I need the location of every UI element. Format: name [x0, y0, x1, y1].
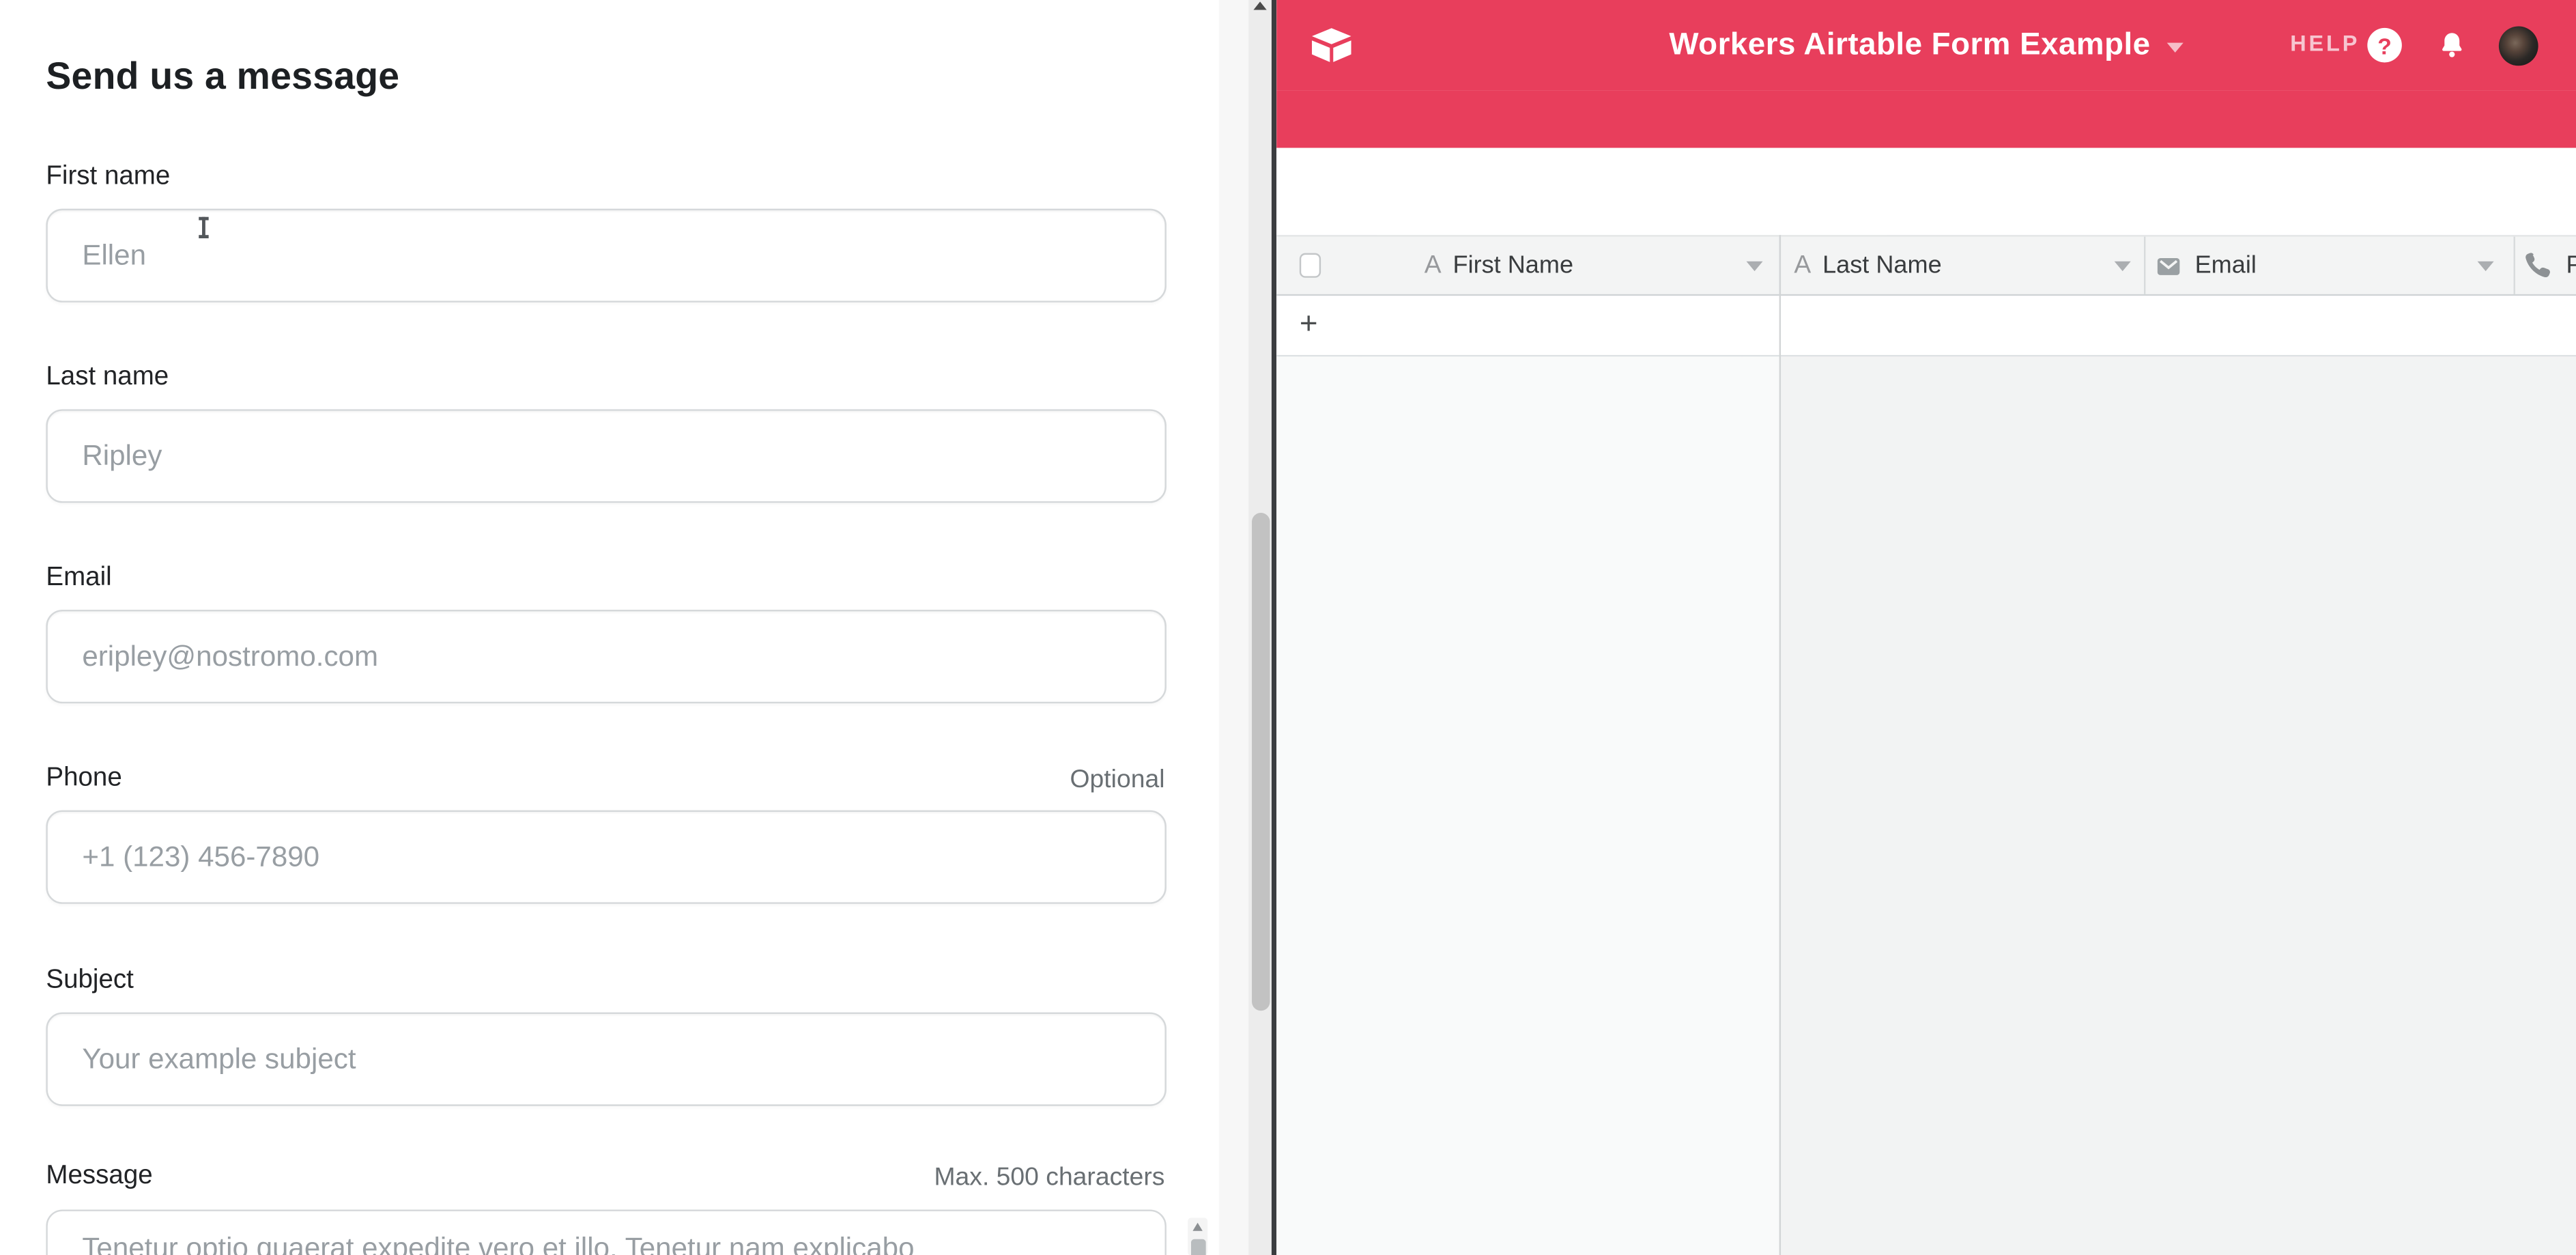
- notifications-bell-icon[interactable]: [2436, 29, 2467, 69]
- scrollbar-up-arrow-icon[interactable]: [1253, 1, 1266, 10]
- airtable-pane: Workers Airtable Form Example HELP ? For…: [1276, 0, 2576, 1255]
- column-divider[interactable]: [2144, 237, 2145, 294]
- email-field-icon: [2153, 251, 2183, 280]
- text-cursor: [197, 217, 210, 238]
- column-header-row: A First Name A Last Name Email: [1276, 235, 2576, 296]
- add-row-plus-icon[interactable]: +: [1300, 307, 1318, 343]
- user-avatar[interactable]: [2499, 25, 2538, 65]
- grid-body-area: [1781, 356, 2576, 1255]
- phone-field-icon: [2523, 250, 2555, 281]
- chevron-down-icon[interactable]: [2115, 262, 2131, 271]
- help-question-icon[interactable]: ?: [2367, 28, 2402, 63]
- airtable-topbar: Workers Airtable Form Example HELP ?: [1276, 0, 2576, 90]
- column-divider[interactable]: [2514, 237, 2515, 294]
- tabs-row: Form Submissions SHARE: [1276, 90, 2576, 147]
- message-maxlength-note: Max. 500 characters: [934, 1164, 1164, 1193]
- chevron-down-icon[interactable]: [2478, 262, 2494, 271]
- column-header-email[interactable]: Email: [2153, 237, 2465, 294]
- message-label: Message: [46, 1162, 152, 1191]
- text-field-icon: A: [1794, 251, 1811, 280]
- help-button[interactable]: HELP: [2290, 31, 2360, 56]
- first-name-input[interactable]: [46, 209, 1166, 302]
- column-header-phone[interactable]: Phone: [2523, 237, 2576, 294]
- frozen-column-divider[interactable]: [1779, 235, 1781, 1255]
- email-label: Email: [46, 564, 111, 593]
- contact-form-pane: Send us a message First name Last name E…: [0, 0, 1219, 1255]
- column-header-first-name[interactable]: A First Name: [1425, 237, 1779, 294]
- email-input[interactable]: [46, 610, 1166, 703]
- column-header-last-name[interactable]: A Last Name: [1794, 237, 2114, 294]
- textarea-scrollbar-thumb[interactable]: [1190, 1239, 1205, 1255]
- phone-label: Phone: [46, 764, 121, 793]
- chevron-down-icon: [2167, 43, 2184, 53]
- subject-label: Subject: [46, 966, 133, 996]
- phone-input[interactable]: [46, 810, 1166, 904]
- text-field-icon: A: [1425, 251, 1442, 280]
- last-name-input[interactable]: [46, 409, 1166, 503]
- scroll-up-icon[interactable]: [1192, 1223, 1201, 1231]
- window-divider: [1272, 0, 1276, 1255]
- add-row[interactable]: +: [1276, 296, 2576, 356]
- last-name-label: Last name: [46, 363, 169, 393]
- view-toolbar: Grid view: [1276, 148, 2576, 236]
- select-all-checkbox[interactable]: [1300, 253, 1321, 278]
- first-name-label: First name: [46, 163, 170, 192]
- form-heading: Send us a message: [46, 54, 399, 98]
- textarea-scrollbar[interactable]: [1188, 1218, 1207, 1255]
- subject-input[interactable]: [46, 1013, 1166, 1106]
- chevron-down-icon[interactable]: [1747, 262, 1763, 271]
- page-scrollbar-thumb[interactable]: [1251, 513, 1269, 1011]
- message-textarea[interactable]: [46, 1209, 1166, 1255]
- grid-body-frozen-area: [1276, 356, 1779, 1255]
- phone-optional-note: Optional: [1070, 766, 1165, 795]
- screenshot-stage: Send us a message First name Last name E…: [0, 0, 2576, 1255]
